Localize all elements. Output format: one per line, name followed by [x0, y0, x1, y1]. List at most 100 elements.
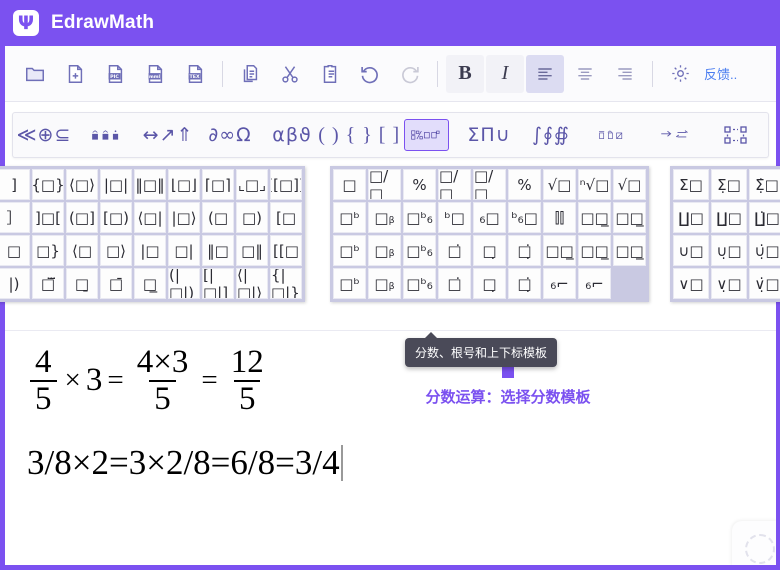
- template-cell[interactable]: □ᵦ: [368, 202, 401, 233]
- template-cell[interactable]: ᵇ□: [438, 202, 471, 233]
- template-cell[interactable]: □): [236, 202, 268, 233]
- align-right-button[interactable]: [606, 55, 644, 93]
- template-cell[interactable]: □̣: [473, 268, 506, 299]
- template-cell[interactable]: □□̲: [613, 202, 646, 233]
- template-cell[interactable]: □/□: [438, 169, 471, 200]
- template-cell[interactable]: ⌞□⌟: [236, 169, 268, 200]
- align-left-button[interactable]: [526, 54, 564, 93]
- template-cell[interactable]: [[□]]: [270, 169, 302, 200]
- open-file-icon[interactable]: [16, 55, 54, 93]
- template-cell[interactable]: ⁿ√□: [578, 169, 611, 200]
- template-cell[interactable]: ]□[: [32, 202, 64, 233]
- category-fractions-radicals-scripts[interactable]: [404, 119, 449, 151]
- template-cell[interactable]: □□̲: [613, 235, 646, 266]
- template-cell[interactable]: |): [0, 268, 30, 299]
- template-cell[interactable]: √□: [613, 169, 646, 200]
- template-cell[interactable]: □□̲: [578, 202, 611, 233]
- template-cell[interactable]: ]: [0, 169, 30, 200]
- italic-button[interactable]: I: [486, 54, 524, 93]
- category-overbars[interactable]: [591, 119, 635, 151]
- template-cell[interactable]: [|□|]: [202, 268, 234, 299]
- template-cell[interactable]: ⟨□⟩: [66, 169, 98, 200]
- template-cell[interactable]: (|□|): [168, 268, 200, 299]
- template-cell[interactable]: ⌈□⌉: [202, 169, 234, 200]
- template-cell[interactable]: □/□: [473, 169, 506, 200]
- category-arrow-relations[interactable]: [653, 119, 697, 151]
- export-tex-icon[interactable]: TEX: [176, 55, 214, 93]
- template-cell[interactable]: □̇: [438, 235, 471, 266]
- template-cell[interactable]: ∪̣̇□: [749, 235, 780, 266]
- template-cell[interactable]: □: [0, 235, 30, 266]
- template-cell[interactable]: ⫿⫿: [543, 202, 576, 233]
- template-cell[interactable]: Σ̣□: [711, 169, 747, 200]
- template-cell[interactable]: ］: [0, 202, 30, 233]
- template-cell[interactable]: ‖□: [202, 235, 234, 266]
- template-cell[interactable]: |□|: [100, 169, 132, 200]
- template-cell[interactable]: □⟩: [100, 235, 132, 266]
- template-cell[interactable]: ₆⌐: [578, 268, 611, 299]
- template-cell[interactable]: □|: [168, 235, 200, 266]
- template-cell[interactable]: %: [403, 169, 436, 200]
- template-cell[interactable]: [□: [270, 202, 302, 233]
- template-cell[interactable]: ∐̣̇□: [749, 202, 780, 233]
- gear-icon[interactable]: [661, 55, 699, 93]
- template-cell[interactable]: Σ□: [673, 169, 709, 200]
- template-cell[interactable]: ⟨□|: [134, 202, 166, 233]
- template-cell[interactable]: □ᵦ: [368, 235, 401, 266]
- template-cell[interactable]: □‖: [236, 235, 268, 266]
- template-cell[interactable]: (□: [202, 202, 234, 233]
- category-summations[interactable]: ΣΠ∪: [467, 119, 511, 151]
- category-brackets[interactable]: ( ) { } [ ]: [318, 119, 399, 151]
- template-cell[interactable]: ∪□: [673, 235, 709, 266]
- template-cell[interactable]: ᵇ₆□: [508, 202, 541, 233]
- template-cell[interactable]: ⟨|□|⟩: [236, 268, 268, 299]
- category-calculus[interactable]: ∂∞Ω: [208, 119, 252, 151]
- category-arrows-vectors[interactable]: ↔↗⇑: [143, 119, 193, 151]
- template-cell[interactable]: □ᵇ: [333, 202, 366, 233]
- template-cell[interactable]: (□]: [66, 202, 98, 233]
- template-cell[interactable]: □̣: [473, 235, 506, 266]
- template-cell[interactable]: ⌊□⌋: [168, 169, 200, 200]
- template-cell[interactable]: □: [333, 169, 366, 200]
- template-cell[interactable]: ∪̣□: [711, 235, 747, 266]
- template-cell[interactable]: □□̲: [543, 235, 576, 266]
- redo-icon[interactable]: [391, 55, 429, 93]
- copy-icon[interactable]: [231, 55, 269, 93]
- template-cell[interactable]: □̣̇: [508, 235, 541, 266]
- template-cell[interactable]: {□}: [32, 169, 64, 200]
- template-cell[interactable]: |□⟩: [168, 202, 200, 233]
- template-cell[interactable]: |□: [134, 235, 166, 266]
- template-cell[interactable]: □̣̇: [508, 268, 541, 299]
- template-cell[interactable]: □□̲: [578, 235, 611, 266]
- template-cell[interactable]: □/□: [368, 169, 401, 200]
- template-cell[interactable]: □̄: [100, 268, 132, 299]
- align-center-button[interactable]: [566, 55, 604, 93]
- category-matrix-templates[interactable]: [715, 119, 759, 151]
- template-cell[interactable]: □̱: [66, 268, 98, 299]
- template-cell[interactable]: □ᵇ: [333, 268, 366, 299]
- template-cell[interactable]: □̇: [438, 268, 471, 299]
- template-cell[interactable]: ‖□‖: [134, 169, 166, 200]
- template-cell[interactable]: ∨̣̇□: [749, 268, 780, 299]
- template-cell[interactable]: {|□|}: [270, 268, 302, 299]
- export-mml-icon[interactable]: mml: [136, 55, 174, 93]
- template-cell[interactable]: □}: [32, 235, 64, 266]
- template-cell[interactable]: □ᵇ: [333, 235, 366, 266]
- template-cell[interactable]: ₆□: [473, 202, 506, 233]
- template-cell[interactable]: □ᵦ: [368, 268, 401, 299]
- cut-icon[interactable]: [271, 55, 309, 93]
- template-cell[interactable]: ₆⌐: [543, 268, 576, 299]
- category-integrals[interactable]: ∫∮∯: [529, 119, 573, 151]
- template-cell[interactable]: □ᵇ₆: [403, 268, 436, 299]
- bold-button[interactable]: B: [446, 54, 484, 93]
- equation-canvas[interactable]: 4 5 × 3 = 4×3 5 = 12 5 3/8×2=3×2/8=6/8=3…: [5, 330, 776, 565]
- template-cell[interactable]: [□): [100, 202, 132, 233]
- template-cell[interactable]: ∨□: [673, 268, 709, 299]
- template-cell[interactable]: ∐□: [673, 202, 709, 233]
- template-cell[interactable]: ⟨□: [66, 235, 98, 266]
- template-cell[interactable]: [[□: [270, 235, 302, 266]
- category-relations[interactable]: ≪⊕⊆: [17, 119, 71, 151]
- template-cell[interactable]: □̲: [134, 268, 166, 299]
- template-cell[interactable]: ∐̣□: [711, 202, 747, 233]
- paste-icon[interactable]: [311, 55, 349, 93]
